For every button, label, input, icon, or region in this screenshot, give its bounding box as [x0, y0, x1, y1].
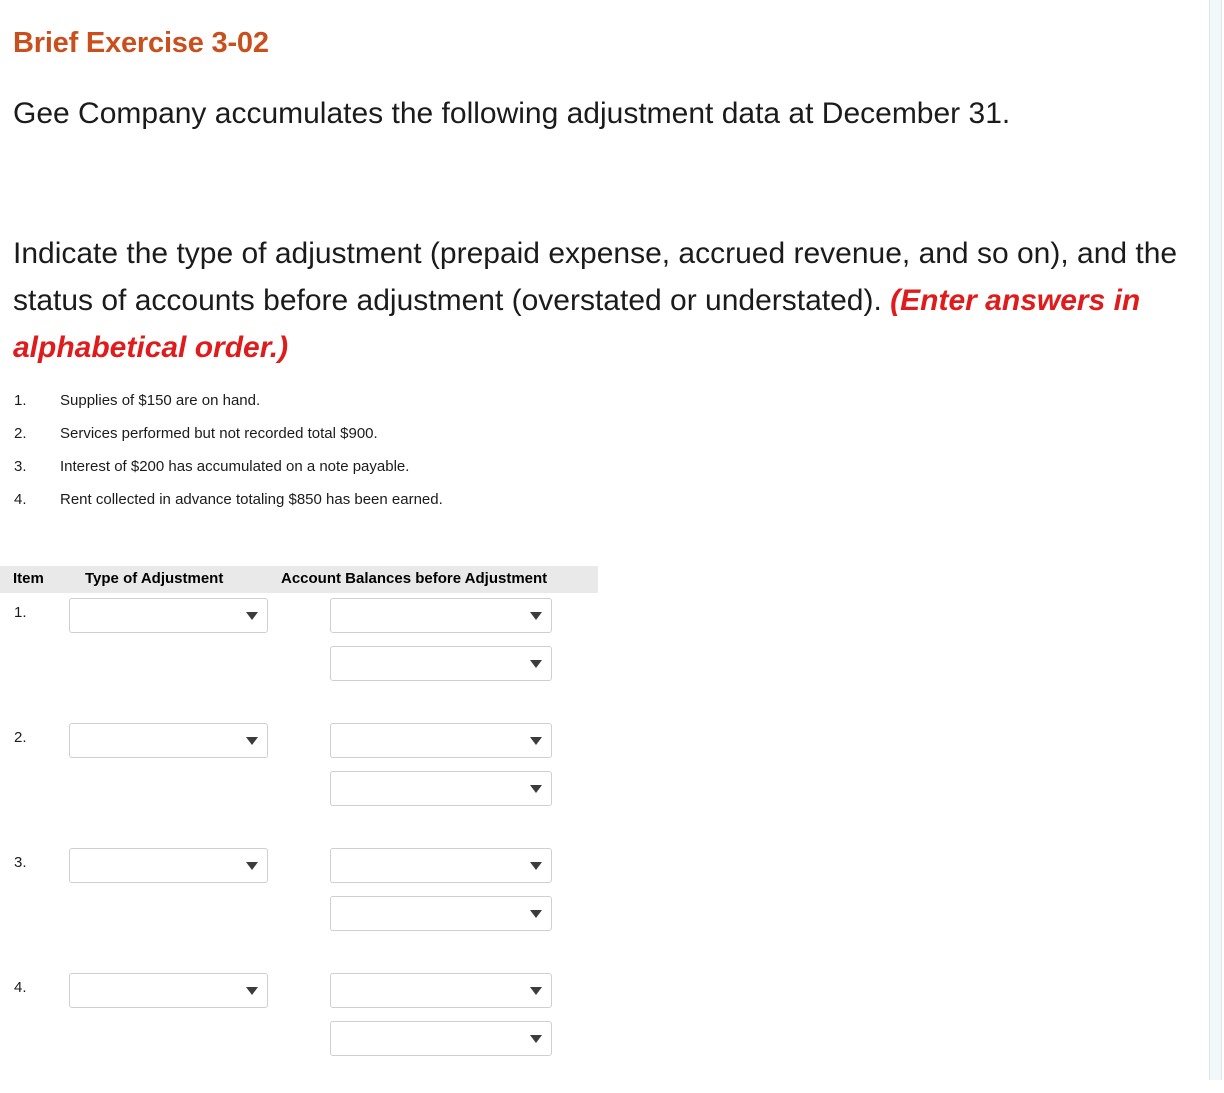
chevron-down-icon [246, 736, 258, 745]
page-title: Brief Exercise 3-02 [13, 27, 269, 60]
select-type-of-adjustment-3[interactable] [69, 848, 268, 883]
table-row: 2. [0, 718, 620, 843]
select-account-balance-4a[interactable] [330, 973, 552, 1008]
list-item: 3. Interest of $200 has accumulated on a… [0, 458, 700, 491]
table-row: 4. [0, 968, 620, 1093]
select-account-balance-1a[interactable] [330, 598, 552, 633]
adjustment-answer-table: Item Type of Adjustment Account Balances… [0, 566, 620, 1093]
scrollbar-track[interactable] [1209, 0, 1222, 1080]
chevron-down-icon [530, 909, 542, 918]
chevron-down-icon [530, 1034, 542, 1043]
list-item-number: 2. [14, 425, 27, 442]
column-header-item: Item [13, 570, 44, 587]
select-type-of-adjustment-2[interactable] [69, 723, 268, 758]
list-item-number: 1. [14, 392, 27, 409]
column-header-account-balances: Account Balances before Adjustment [281, 570, 548, 587]
select-type-of-adjustment-1[interactable] [69, 598, 268, 633]
chevron-down-icon [530, 659, 542, 668]
chevron-down-icon [246, 861, 258, 870]
adjustment-data-list: 1. Supplies of $150 are on hand. 2. Serv… [0, 392, 700, 524]
intro-paragraph: Gee Company accumulates the following ad… [13, 97, 1011, 130]
chevron-down-icon [530, 611, 542, 620]
row-number: 2. [14, 729, 27, 746]
list-item-text: Rent collected in advance totaling $850 … [60, 491, 443, 508]
list-item-number: 3. [14, 458, 27, 475]
row-number: 1. [14, 604, 27, 621]
list-item: 4. Rent collected in advance totaling $8… [0, 491, 700, 524]
list-item-text: Supplies of $150 are on hand. [60, 392, 261, 409]
select-account-balance-4b[interactable] [330, 1021, 552, 1056]
row-number: 3. [14, 854, 27, 871]
table-body: 1. 2. 3. 4. [0, 593, 620, 1093]
chevron-down-icon [246, 611, 258, 620]
select-account-balance-1b[interactable] [330, 646, 552, 681]
list-item-text: Services performed but not recorded tota… [60, 425, 378, 442]
select-account-balance-3a[interactable] [330, 848, 552, 883]
list-item-number: 4. [14, 491, 27, 508]
select-account-balance-3b[interactable] [330, 896, 552, 931]
select-account-balance-2a[interactable] [330, 723, 552, 758]
column-header-type-of-adjustment: Type of Adjustment [85, 570, 224, 587]
table-row: 3. [0, 843, 620, 968]
chevron-down-icon [530, 986, 542, 995]
chevron-down-icon [530, 784, 542, 793]
chevron-down-icon [530, 861, 542, 870]
list-item-text: Interest of $200 has accumulated on a no… [60, 458, 410, 475]
chevron-down-icon [530, 736, 542, 745]
select-type-of-adjustment-4[interactable] [69, 973, 268, 1008]
exercise-page: Brief Exercise 3-02 Gee Company accumula… [0, 0, 1205, 1080]
vertical-scrollbar[interactable] [1205, 0, 1224, 1080]
list-item: 1. Supplies of $150 are on hand. [0, 392, 700, 425]
select-account-balance-2b[interactable] [330, 771, 552, 806]
instruction-paragraph: Indicate the type of adjustment (prepaid… [13, 230, 1198, 371]
table-header-row: Item Type of Adjustment Account Balances… [0, 566, 598, 593]
table-row: 1. [0, 593, 620, 718]
row-number: 4. [14, 979, 27, 996]
chevron-down-icon [246, 986, 258, 995]
list-item: 2. Services performed but not recorded t… [0, 425, 700, 458]
